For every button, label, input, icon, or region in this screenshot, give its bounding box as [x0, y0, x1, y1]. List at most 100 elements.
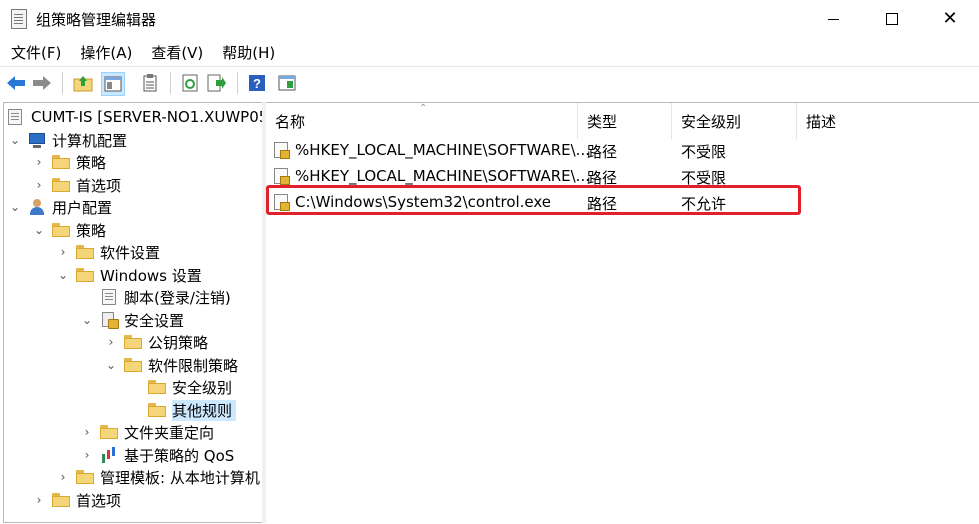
tree-item-uc-policies[interactable]: ⌄ 策略: [32, 219, 106, 241]
show-hide-tree-button[interactable]: [101, 72, 125, 96]
tree-item-label: 管理模板: 从本地计算机: [100, 468, 260, 487]
tree-item-cc-preferences[interactable]: › 首选项: [32, 174, 121, 196]
folder-icon: [76, 470, 94, 484]
menu-file[interactable]: 文件(F): [11, 38, 61, 66]
collapsed-chevron-icon[interactable]: ›: [80, 425, 94, 439]
column-header-description[interactable]: 描述: [797, 103, 979, 139]
collapsed-chevron-icon[interactable]: ›: [32, 493, 46, 507]
tree-item-label: 用户配置: [52, 198, 113, 217]
console-view-icon: [278, 75, 296, 91]
expanded-chevron-icon[interactable]: ⌄: [56, 268, 70, 282]
column-header-name[interactable]: 名称: [266, 103, 578, 139]
tree-item-root[interactable]: CUMT-IS [SERVER-NO1.XUWP05: [7, 106, 263, 128]
menu-action[interactable]: 操作(A): [80, 38, 132, 66]
folder-icon: [52, 178, 70, 192]
script-icon: [100, 288, 118, 306]
svg-text:?: ?: [253, 76, 261, 91]
tree-item-label: 安全级别: [172, 378, 233, 397]
toolbar: ?: [0, 66, 979, 101]
tree-item-windows-settings[interactable]: ⌄ Windows 设置: [56, 264, 202, 286]
path-rule-icon: [274, 194, 290, 211]
folder-icon: [52, 223, 70, 237]
expanded-chevron-icon[interactable]: ⌄: [104, 358, 118, 372]
column-header-type[interactable]: 类型: [578, 103, 672, 139]
tree-item-public-key-policies[interactable]: › 公钥策略: [104, 331, 208, 353]
tree-item-admin-templates[interactable]: › 管理模板: 从本地计算机: [56, 466, 260, 488]
folder-icon: [52, 493, 70, 507]
tree-item-other-rules[interactable]: 其他规则: [128, 399, 237, 421]
collapsed-chevron-icon[interactable]: ›: [104, 335, 118, 349]
tree-item-software-restriction[interactable]: ⌄ 软件限制策略: [104, 354, 238, 376]
list-row[interactable]: %HKEY_LOCAL_MACHINE\SOFTWARE\... 路径 不受限: [266, 164, 979, 188]
tree-item-label: CUMT-IS [SERVER-NO1.XUWP05: [31, 108, 263, 126]
tree-item-label: 安全设置: [124, 311, 185, 330]
collapsed-chevron-icon[interactable]: ›: [32, 178, 46, 192]
refresh-icon: [182, 74, 198, 92]
back-button[interactable]: [5, 72, 27, 94]
tree-item-folder-redirection[interactable]: › 文件夹重定向: [80, 421, 214, 443]
tree-item-label: 策略: [76, 221, 107, 240]
expanded-chevron-icon[interactable]: ⌄: [32, 223, 46, 237]
cell-name: C:\Windows\System32\control.exe: [295, 193, 552, 211]
console-view-button[interactable]: [276, 72, 298, 94]
folder-icon: [124, 358, 142, 372]
menu-help[interactable]: 帮助(H): [222, 38, 275, 66]
results-list[interactable]: ⌃ 名称 类型 安全级别 描述 %HKEY_LOCAL_MACHINE\SOFT…: [266, 102, 979, 524]
help-icon: ?: [249, 75, 265, 91]
toolbar-separator: [170, 72, 171, 94]
tree-item-label: 计算机配置: [52, 131, 128, 150]
minimize-button[interactable]: [805, 0, 861, 38]
tree-item-cc-policies[interactable]: › 策略: [32, 151, 106, 173]
forward-arrow-icon: [33, 76, 51, 90]
list-row[interactable]: %HKEY_LOCAL_MACHINE\SOFTWARE\... 路径 不受限: [266, 138, 979, 162]
maximize-icon: [886, 13, 898, 25]
expanded-chevron-icon[interactable]: ⌄: [80, 313, 94, 327]
menu-view[interactable]: 查看(V): [151, 38, 203, 66]
console-tree[interactable]: CUMT-IS [SERVER-NO1.XUWP05 ⌄ 计算机配置 › 策略 …: [3, 102, 263, 523]
up-folder-icon: [73, 76, 93, 92]
cell-name: %HKEY_LOCAL_MACHINE\SOFTWARE\...: [295, 167, 590, 185]
list-row[interactable]: C:\Windows\System32\control.exe 路径 不允许: [266, 190, 979, 214]
tree-item-label: 首选项: [76, 491, 122, 510]
refresh-button[interactable]: [179, 72, 201, 94]
maximize-button[interactable]: [864, 0, 920, 38]
window-title: 组策略管理编辑器: [36, 11, 157, 29]
expanded-chevron-icon[interactable]: ⌄: [8, 200, 22, 214]
column-header-security-level[interactable]: 安全级别: [672, 103, 797, 139]
export-list-button[interactable]: [206, 72, 228, 94]
expanded-chevron-icon[interactable]: ⌄: [8, 133, 22, 147]
tree-item-software-settings[interactable]: › 软件设置: [56, 241, 160, 263]
tree-item-uc-preferences[interactable]: › 首选项: [32, 489, 121, 511]
tree-item-security-levels[interactable]: 安全级别: [128, 376, 232, 398]
tree-item-security-settings[interactable]: ⌄ 安全设置: [80, 309, 184, 331]
cell-name: %HKEY_LOCAL_MACHINE\SOFTWARE\...: [295, 141, 590, 159]
help-button[interactable]: ?: [246, 72, 268, 94]
folder-icon: [148, 380, 166, 394]
collapsed-chevron-icon[interactable]: ›: [80, 448, 94, 462]
tree-item-qos[interactable]: › 基于策略的 QoS: [80, 444, 235, 466]
cell-security-level: 不受限: [681, 143, 727, 161]
bar-chart-icon: [100, 446, 118, 464]
tree-item-computer-config[interactable]: ⌄ 计算机配置: [8, 129, 127, 151]
tree-item-label: Windows 设置: [100, 266, 202, 285]
properties-button[interactable]: [139, 72, 161, 94]
up-one-level-button[interactable]: [72, 72, 94, 94]
minimize-icon: [827, 18, 839, 20]
show-hide-tree-icon: [104, 76, 122, 92]
cell-type: 路径: [587, 143, 618, 161]
forward-button[interactable]: [31, 72, 53, 94]
tree-item-scripts[interactable]: 脚本(登录/注销): [80, 286, 231, 308]
folder-icon: [76, 268, 94, 282]
folder-icon: [124, 335, 142, 349]
close-icon: ✕: [942, 8, 958, 29]
collapsed-chevron-icon[interactable]: ›: [56, 470, 70, 484]
cell-type: 路径: [587, 169, 618, 187]
tree-item-label: 软件限制策略: [148, 356, 239, 375]
close-button[interactable]: ✕: [922, 0, 978, 38]
collapsed-chevron-icon[interactable]: ›: [56, 245, 70, 259]
tree-item-label: 脚本(登录/注销): [124, 288, 231, 307]
path-rule-icon: [274, 142, 290, 159]
tree-item-label: 文件夹重定向: [124, 423, 215, 442]
collapsed-chevron-icon[interactable]: ›: [32, 155, 46, 169]
tree-item-user-config[interactable]: ⌄ 用户配置: [8, 196, 112, 218]
